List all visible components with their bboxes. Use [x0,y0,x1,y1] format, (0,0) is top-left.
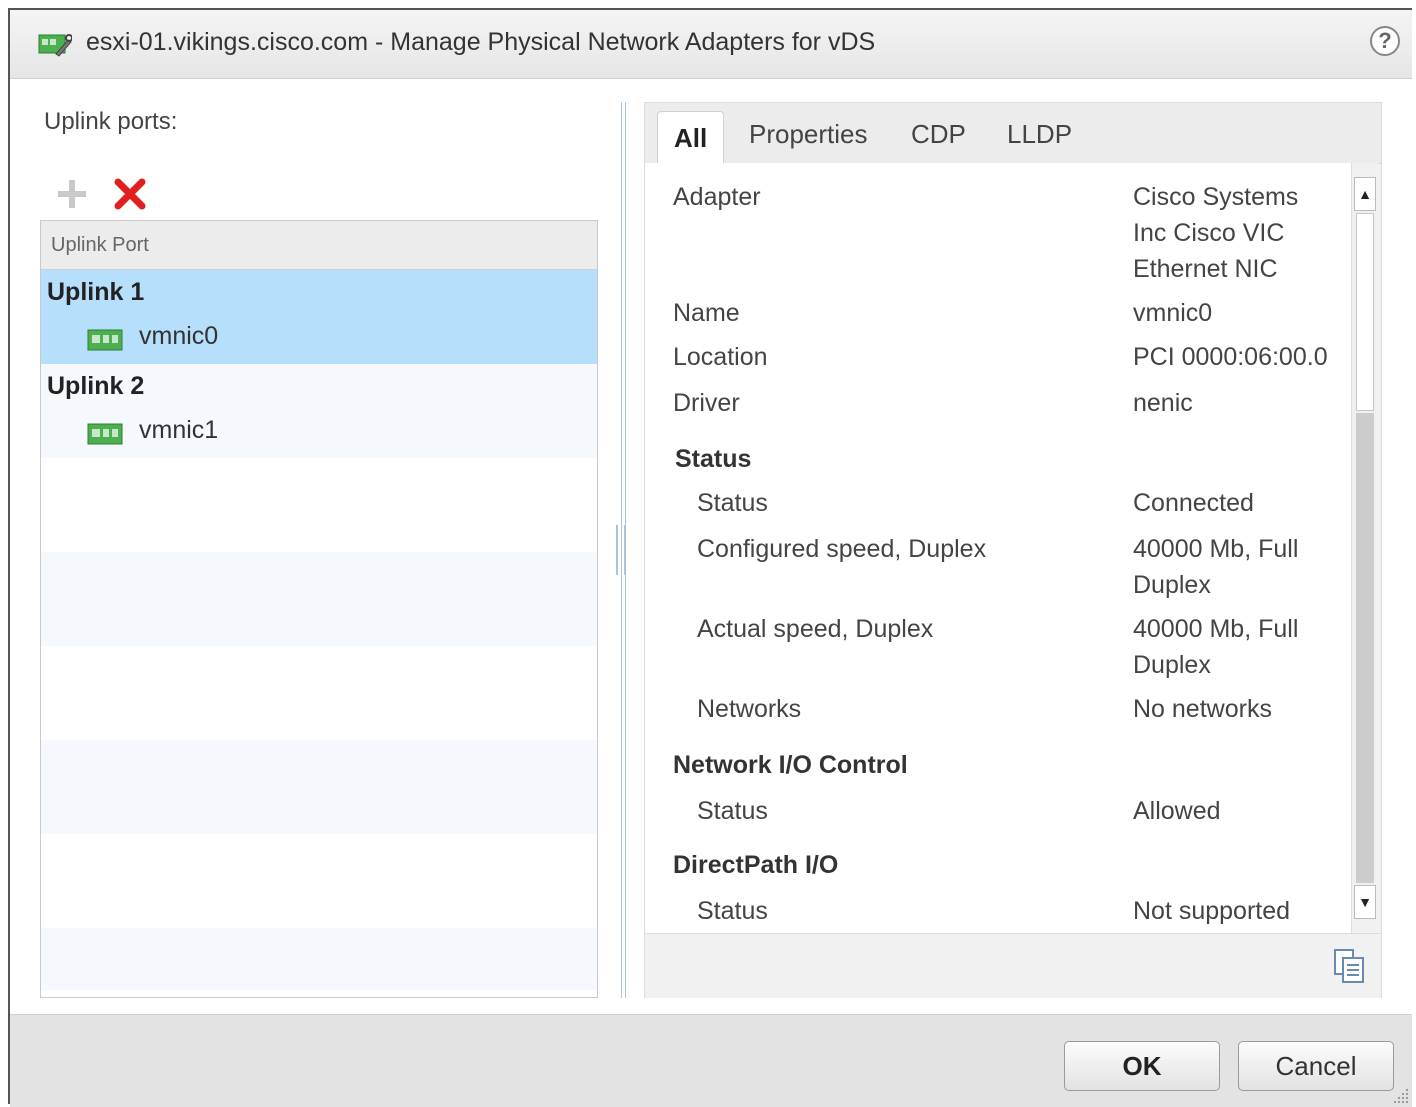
name-value: vmnic0 [1133,299,1213,327]
directpath-status-value: Not supported [1133,897,1291,925]
tab-lldp[interactable]: LLDP [1007,119,1072,150]
empty-row [41,458,597,552]
empty-row [41,646,597,740]
configured-speed-value: 40000 Mb, Full Duplex [1133,535,1299,599]
adapter-value: Cisco Systems Inc Cisco VIC Ethernet NIC [1133,183,1299,283]
actual-speed-label: Actual speed, Duplex [697,615,934,643]
uplink-name: Uplink 2 [47,372,145,400]
directpath-status-label: Status [697,897,768,925]
empty-row [41,552,597,646]
uplink-port-table: Uplink Port Uplink 1 vmnic0 Uplink 2 vmn… [40,220,598,998]
location-value: PCI 0000:06:00.0 [1133,343,1328,371]
actual-speed-value: 40000 Mb, Full Duplex [1133,615,1299,679]
add-icon[interactable] [54,176,90,212]
network-adapter-wrench-icon [38,34,72,57]
scroll-thumb[interactable] [1356,213,1374,411]
adapter-label: Adapter [673,183,761,211]
directpath-section-heading: DirectPath I/O [673,851,839,879]
uplink-row-2[interactable]: Uplink 2 vmnic1 [41,364,597,458]
title-bar: esxi-01.vikings.cisco.com - Manage Physi… [10,10,1412,79]
network-card-icon [87,329,123,351]
uplink-port-column-header[interactable]: Uplink Port [41,221,597,270]
dialog-button-bar: OK Cancel [10,1014,1412,1107]
tab-properties[interactable]: Properties [749,119,868,150]
nioc-section-heading: Network I/O Control [673,751,908,779]
details-content: Adapter Cisco Systems Inc Cisco VIC Ethe… [645,163,1351,933]
location-label: Location [673,343,768,371]
splitter-grip[interactable] [616,525,626,575]
empty-row [41,928,597,990]
network-card-icon [87,423,123,445]
manage-adapters-dialog: esxi-01.vikings.cisco.com - Manage Physi… [8,8,1412,1107]
ok-button[interactable]: OK [1064,1041,1220,1091]
adapter-details-panel: All Properties CDP LLDP Adapter Cisco Sy… [644,102,1382,998]
dialog-title: esxi-01.vikings.cisco.com - Manage Physi… [86,28,876,56]
details-tabs: All Properties CDP LLDP [645,103,1381,165]
uplink-name: Uplink 1 [47,278,145,306]
details-scrollbar[interactable]: ▲ ▼ [1351,163,1379,933]
status-value: Connected [1133,489,1254,517]
scroll-track[interactable] [1356,413,1374,883]
remove-icon[interactable] [112,176,148,212]
scroll-up-arrow-icon[interactable]: ▲ [1354,177,1376,211]
details-footer [645,933,1381,998]
uplink-ports-label: Uplink ports: [44,108,178,135]
empty-row [41,834,597,928]
driver-label: Driver [673,389,740,417]
copy-icon[interactable] [1331,948,1367,984]
networks-label: Networks [697,695,802,723]
nic-name: vmnic0 [139,322,219,350]
driver-value: nenic [1133,389,1193,417]
status-label: Status [697,489,768,517]
name-label: Name [673,299,740,327]
cancel-button[interactable]: Cancel [1238,1041,1394,1091]
resize-grip-icon[interactable] [1390,1085,1410,1105]
status-section-heading: Status [675,445,752,473]
tab-cdp[interactable]: CDP [911,119,966,150]
help-button[interactable]: ? [1370,26,1400,56]
nioc-status-label: Status [697,797,768,825]
tab-all[interactable]: All [657,111,725,165]
scroll-down-arrow-icon[interactable]: ▼ [1354,885,1376,919]
networks-value: No networks [1133,695,1272,723]
empty-row [41,740,597,834]
nic-name: vmnic1 [139,416,219,444]
uplink-row-1[interactable]: Uplink 1 vmnic0 [41,270,597,364]
configured-speed-label: Configured speed, Duplex [697,535,987,563]
nioc-status-value: Allowed [1133,797,1221,825]
